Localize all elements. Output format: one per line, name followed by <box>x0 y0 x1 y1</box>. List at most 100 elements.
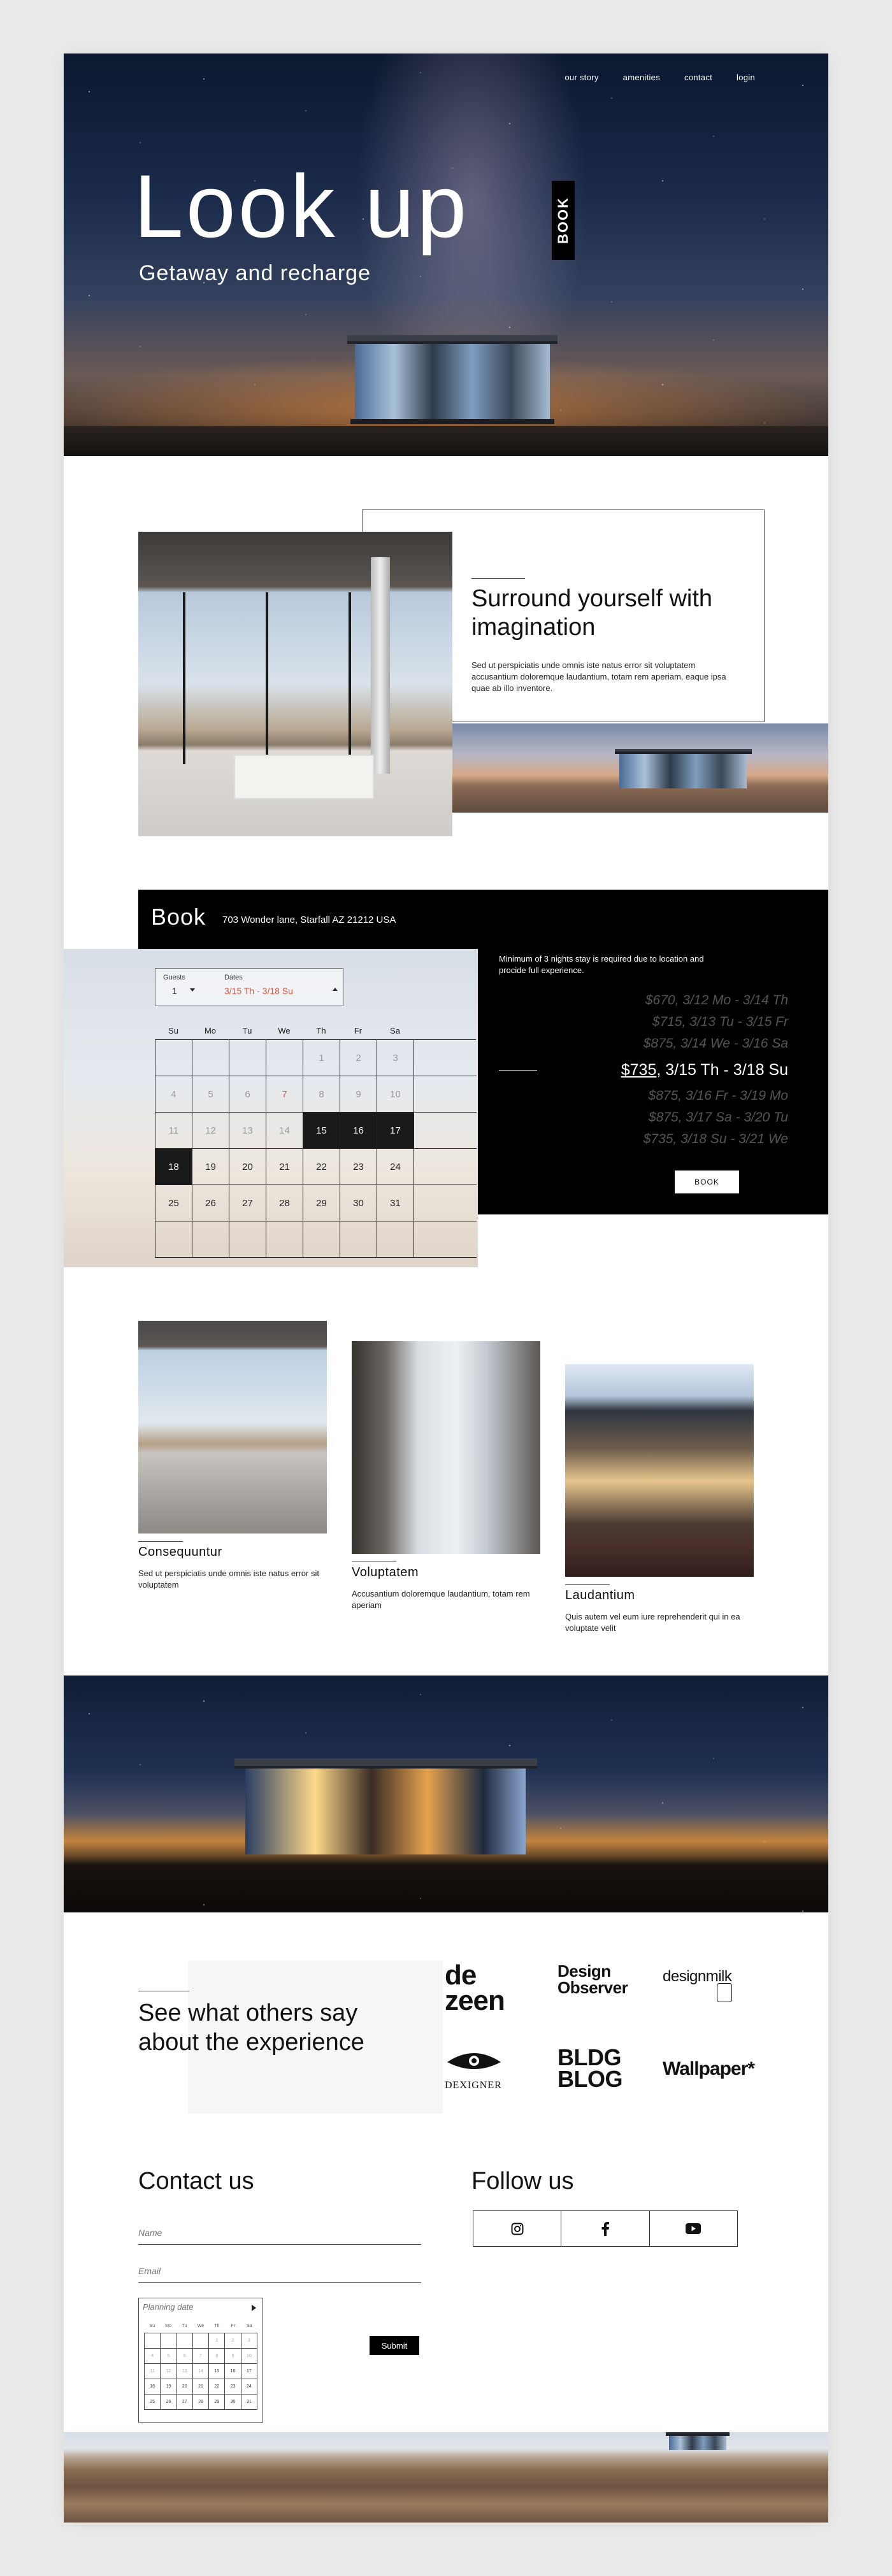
calendar-day[interactable]: 27 <box>229 1185 266 1221</box>
mini-calendar-day[interactable]: 26 <box>161 2395 177 2410</box>
wallpaper-logo[interactable]: Wallpaper* <box>663 2058 755 2080</box>
calendar-day[interactable]: 11 <box>155 1113 192 1149</box>
rate-option[interactable]: $715, 3/13 Tu - 3/15 Fr <box>499 1011 792 1033</box>
rate-option[interactable]: $875, 3/17 Sa - 3/20 Tu <box>499 1107 792 1128</box>
calendar-day[interactable]: 18 <box>155 1149 192 1185</box>
nav-login[interactable]: login <box>737 73 755 82</box>
mini-calendar-day[interactable]: 5 <box>161 2349 177 2364</box>
calendar-day[interactable]: 23 <box>340 1149 377 1185</box>
calendar-day[interactable]: 13 <box>229 1113 266 1149</box>
chevron-down-icon[interactable] <box>190 988 195 992</box>
calendar-day[interactable]: 1 <box>303 1040 340 1076</box>
room-title-1: Consequuntur <box>138 1545 222 1559</box>
planning-date-picker[interactable]: Planning date Su Mo Tu We Th Fr Sa 1 2 3 4 5 6 7 8 9 10… <box>138 2298 263 2423</box>
calendar-day[interactable]: 2 <box>340 1040 377 1076</box>
name-input[interactable] <box>138 2223 421 2242</box>
calendar-day[interactable]: 9 <box>340 1076 377 1113</box>
mini-calendar-day[interactable]: 10 <box>241 2349 257 2364</box>
calendar-day[interactable]: 19 <box>192 1149 229 1185</box>
dexigner-logo[interactable]: DEXIGNER <box>445 2080 502 2091</box>
mini-calendar-day[interactable]: 6 <box>176 2349 193 2364</box>
mini-calendar-day[interactable]: 29 <box>209 2395 226 2410</box>
calendar-day[interactable]: 4 <box>155 1076 192 1113</box>
mini-calendar-day[interactable]: 8 <box>209 2349 226 2364</box>
calendar-day[interactable]: 22 <box>303 1149 340 1185</box>
chevron-right-icon[interactable] <box>252 2305 256 2311</box>
calendar-day[interactable]: 14 <box>266 1113 303 1149</box>
room-photo-2 <box>352 1341 540 1554</box>
calendar-day[interactable]: 6 <box>229 1076 266 1113</box>
facebook-button[interactable] <box>561 2211 650 2246</box>
rate-option[interactable]: $875, 3/14 We - 3/16 Sa <box>499 1033 792 1055</box>
mini-calendar-day[interactable]: 25 <box>145 2395 161 2410</box>
nav-amenities[interactable]: amenities <box>623 73 660 82</box>
mini-calendar-day[interactable]: 24 <box>241 2379 257 2395</box>
rate-option[interactable]: $875, 3/16 Fr - 3/19 Mo <box>499 1085 792 1107</box>
instagram-button[interactable] <box>473 2211 562 2246</box>
calendar-day[interactable]: 20 <box>229 1149 266 1185</box>
mini-calendar-day[interactable]: 15 <box>209 2364 226 2379</box>
calendar-row-end <box>414 1221 477 1258</box>
calendar-day[interactable]: 12 <box>192 1113 229 1149</box>
mini-calendar-day[interactable]: 14 <box>192 2364 210 2379</box>
mini-calendar-day[interactable]: 23 <box>225 2379 241 2395</box>
chevron-up-icon[interactable] <box>333 988 338 991</box>
intro-title: Surround yourself with imagination <box>471 585 713 641</box>
mini-calendar-day[interactable]: 28 <box>192 2395 210 2410</box>
dezeen-logo[interactable]: de zeen <box>445 1961 505 2015</box>
nav-contact[interactable]: contact <box>684 73 712 82</box>
bldg-blog-logo[interactable]: BLDG BLOG <box>558 2046 623 2090</box>
calendar-day[interactable]: 16 <box>340 1113 377 1149</box>
guests-select[interactable]: 1 <box>172 986 177 996</box>
book-button[interactable]: BOOK <box>675 1171 739 1193</box>
mini-calendar-day[interactable]: 27 <box>176 2395 193 2410</box>
calendar-day[interactable]: 26 <box>192 1185 229 1221</box>
mini-calendar-day[interactable]: 2 <box>225 2333 241 2349</box>
mini-calendar-day[interactable]: 19 <box>161 2379 177 2395</box>
mini-calendar-day[interactable]: 21 <box>192 2379 210 2395</box>
mini-calendar-day[interactable]: 12 <box>161 2364 177 2379</box>
rate-option-selected[interactable]: $735, 3/15 Th - 3/18 Su <box>499 1055 792 1085</box>
mini-calendar-day[interactable]: 3 <box>241 2333 257 2349</box>
calendar-day[interactable]: 29 <box>303 1185 340 1221</box>
book-tab-button[interactable]: BOOK <box>552 181 575 260</box>
youtube-button[interactable] <box>650 2211 737 2246</box>
mini-calendar-day[interactable]: 17 <box>241 2364 257 2379</box>
weekday-label: Fr <box>354 1026 363 1035</box>
email-input[interactable] <box>138 2261 421 2281</box>
dates-select[interactable]: 3/15 Th - 3/18 Su <box>224 986 293 996</box>
calendar-day[interactable]: 24 <box>377 1149 414 1185</box>
mini-calendar-day[interactable]: 16 <box>225 2364 241 2379</box>
calendar-day[interactable]: 30 <box>340 1185 377 1221</box>
calendar-day[interactable]: 5 <box>192 1076 229 1113</box>
mini-calendar-day[interactable]: 11 <box>145 2364 161 2379</box>
mini-calendar-day[interactable]: 18 <box>145 2379 161 2395</box>
calendar-day[interactable]: 3 <box>377 1040 414 1076</box>
calendar-day[interactable]: 28 <box>266 1185 303 1221</box>
mini-calendar-day[interactable]: 13 <box>176 2364 193 2379</box>
calendar-row-end <box>414 1185 477 1221</box>
mini-calendar-day[interactable]: 31 <box>241 2395 257 2410</box>
mini-calendar-day[interactable]: 22 <box>209 2379 226 2395</box>
calendar-day[interactable]: 7 <box>266 1076 303 1113</box>
calendar-day[interactable]: 21 <box>266 1149 303 1185</box>
design-observer-logo[interactable]: Design Observer <box>558 1963 628 1996</box>
calendar-day[interactable]: 31 <box>377 1185 414 1221</box>
nav-our-story[interactable]: our story <box>565 73 598 82</box>
mini-calendar-day[interactable]: 7 <box>192 2349 210 2364</box>
calendar-day[interactable]: 8 <box>303 1076 340 1113</box>
mini-calendar-day[interactable]: 9 <box>225 2349 241 2364</box>
calendar-day[interactable]: 17 <box>377 1113 414 1149</box>
calendar-day[interactable]: 10 <box>377 1076 414 1113</box>
rate-option[interactable]: $670, 3/12 Mo - 3/14 Th <box>499 990 792 1011</box>
calendar-day[interactable]: 25 <box>155 1185 192 1221</box>
room-body-2: Accusantium doloremque laudantium, totam… <box>352 1589 530 1610</box>
submit-button[interactable]: Submit <box>370 2336 419 2355</box>
interior-photo <box>138 532 452 836</box>
rate-option[interactable]: $735, 3/18 Su - 3/21 We <box>499 1128 792 1150</box>
mini-calendar-day[interactable]: 4 <box>145 2349 161 2364</box>
mini-calendar-day[interactable]: 20 <box>176 2379 193 2395</box>
calendar-day[interactable]: 15 <box>303 1113 340 1149</box>
mini-calendar-day[interactable]: 1 <box>209 2333 226 2349</box>
mini-calendar-day[interactable]: 30 <box>225 2395 241 2410</box>
